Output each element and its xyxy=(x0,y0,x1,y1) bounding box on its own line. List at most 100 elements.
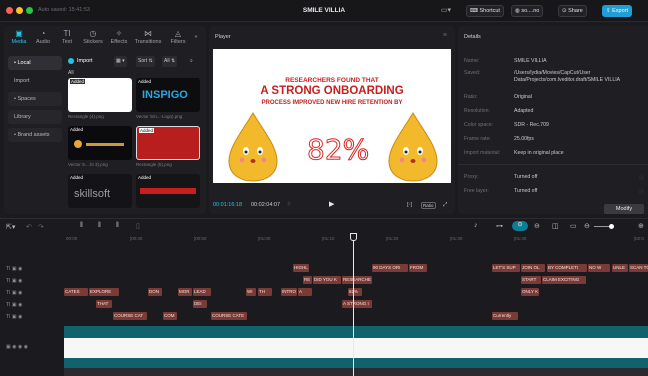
modify-button[interactable]: Modify xyxy=(604,204,644,214)
tab-filters-label: Filters xyxy=(170,39,186,45)
tab-media[interactable]: ▣ Media xyxy=(6,28,32,45)
filter-all-button[interactable]: All ⇅ xyxy=(162,56,178,67)
tab-stickers[interactable]: ◷ Stickers xyxy=(80,28,106,45)
preview-axis-icon[interactable]: ◫ xyxy=(552,222,559,230)
media-thumb-rectangle-4[interactable]: Added xyxy=(68,78,132,112)
split-icon[interactable]: ǁ xyxy=(80,222,83,229)
text-clip[interactable]: BY COMPLETI xyxy=(547,264,587,272)
ruler-tick: |00:40 xyxy=(130,236,143,241)
caption-icon[interactable]: ▭ xyxy=(570,222,577,230)
timeline-grid-icon[interactable]: ⠿ xyxy=(287,202,291,208)
text-clip[interactable]: CATES xyxy=(64,288,88,296)
text-clip[interactable]: UNLE xyxy=(612,264,628,272)
media-thumb-inspigo-logo[interactable]: Added INSPIGO xyxy=(136,78,200,112)
text-clip[interactable]: INTRO xyxy=(281,288,297,296)
menu-icon[interactable]: ≡ xyxy=(443,32,447,39)
tab-text[interactable]: TI Text xyxy=(54,28,80,45)
sort-button[interactable]: Sort ⇅ xyxy=(136,56,155,67)
text-clip[interactable]: 90 DAYS ORI xyxy=(372,264,408,272)
video-clip-teal-top[interactable] xyxy=(64,326,648,338)
tab-audio[interactable]: ◔ Audio xyxy=(30,28,56,45)
video-clip-teal-bottom[interactable] xyxy=(64,358,648,368)
text-clip[interactable]: DON xyxy=(148,288,162,296)
link-icon[interactable]: ⊶ xyxy=(496,222,503,230)
sidebar-item-library[interactable]: Library xyxy=(8,110,62,124)
microphone-icon[interactable]: ♪ xyxy=(474,222,478,229)
text-clip[interactable]: MOR xyxy=(178,288,192,296)
text-clip[interactable]: WI xyxy=(246,288,256,296)
play-icon[interactable]: ▶ xyxy=(329,200,334,208)
select-tool-icon[interactable]: ⇱▾ xyxy=(6,223,15,231)
tab-filters[interactable]: ◬ Filters xyxy=(165,28,191,45)
search-icon[interactable]: ⌕ xyxy=(188,56,195,67)
text-clip[interactable]: COM xyxy=(163,312,177,320)
text-clip[interactable]: ONLY K xyxy=(521,288,539,296)
import-button[interactable]: Import xyxy=(66,56,97,67)
view-mode-button[interactable]: ▦ ▾ xyxy=(114,56,127,67)
preview-canvas[interactable]: RESEARCHERS FOUND THAT A STRONG ONBOARDI… xyxy=(213,49,451,183)
split-right-icon[interactable]: ǁ xyxy=(116,222,119,229)
tab-transitions[interactable]: ⋈ Transitions xyxy=(132,28,164,45)
split-left-icon[interactable]: ǁ xyxy=(98,222,101,229)
text-clip[interactable]: START xyxy=(521,276,541,284)
text-clip[interactable]: DID YOU K xyxy=(313,276,341,284)
import-icon xyxy=(68,57,74,64)
share-button[interactable]: ⊙ Share xyxy=(558,5,587,17)
text-clip[interactable]: LET'S SUP xyxy=(492,264,520,272)
media-thumb-vector[interactable]: Added xyxy=(68,126,132,160)
tab-text-label: Text xyxy=(61,39,73,45)
magnet-toggle[interactable]: ⊙ xyxy=(512,221,528,231)
expand-icon[interactable]: ⤢ xyxy=(443,202,447,209)
text-clip[interactable]: LEAD xyxy=(193,288,211,296)
layout-icon[interactable]: ▭▾ xyxy=(436,5,456,17)
thumb-caption: Vector S....ht 3).png xyxy=(68,162,108,167)
account-button[interactable]: ◍ so....no xyxy=(511,5,544,17)
text-clip[interactable]: 82% xyxy=(348,288,362,296)
text-clip[interactable]: FROM xyxy=(409,264,427,272)
text-clip[interactable]: RESEARCHE xyxy=(342,276,372,284)
text-clip[interactable]: A xyxy=(298,288,312,296)
media-thumb-rectangle-5[interactable]: Added xyxy=(136,126,200,160)
playhead[interactable] xyxy=(353,233,354,376)
export-button[interactable]: ⇪ Export xyxy=(602,5,633,17)
fullscreen-frame-icon[interactable]: [◦] xyxy=(407,202,412,208)
text-clip[interactable]: RE xyxy=(303,276,312,284)
text-clip[interactable]: COURSE CAT xyxy=(113,312,147,320)
text-clip[interactable]: Currently xyxy=(492,312,518,320)
media-thumb-skillsoft[interactable]: Added skillsoft xyxy=(68,174,132,208)
ratio-button[interactable]: Ratio xyxy=(421,202,436,209)
text-clip[interactable]: THAT xyxy=(96,300,112,308)
inspigo-logo: INSPIGO xyxy=(142,89,188,101)
playhead-handle[interactable] xyxy=(350,233,357,241)
text-clip[interactable]: SCAN TO xyxy=(629,264,648,272)
sidebar-item-spaces[interactable]: • Spaces xyxy=(8,92,62,106)
text-clip[interactable]: HIGHL xyxy=(293,264,309,272)
text-track-header: TI ▣ ◉ xyxy=(6,290,23,296)
linkage-icon[interactable]: ⊖ xyxy=(534,222,540,230)
delete-icon[interactable]: ▯ xyxy=(136,222,140,230)
text-clip[interactable]: CLAIM EXCITING xyxy=(542,276,586,284)
redo-icon[interactable]: ↷ xyxy=(38,223,44,231)
audio-track[interactable] xyxy=(64,368,648,376)
text-clip[interactable]: EXPLORE xyxy=(89,288,119,296)
zoom-out-icon[interactable]: ⊖ xyxy=(584,222,590,230)
sidebar-item-local[interactable]: • Local xyxy=(8,56,62,70)
shortcut-button[interactable]: ⌨ Shortcut xyxy=(466,5,504,17)
text-clip[interactable]: NO W xyxy=(588,264,610,272)
tab-effects[interactable]: ✧ Effects xyxy=(106,28,132,45)
zoom-slider-handle[interactable] xyxy=(609,224,614,229)
info-icon[interactable]: ⓘ xyxy=(639,174,644,181)
text-clip[interactable]: JOIN OL xyxy=(521,264,545,272)
text-clip[interactable]: COURSE CATE xyxy=(211,312,247,320)
undo-icon[interactable]: ↶ xyxy=(26,223,32,231)
zoom-in-icon[interactable]: ⊕ xyxy=(638,222,644,230)
sidebar-item-import[interactable]: Import xyxy=(8,74,62,88)
text-clip[interactable]: A STRONG I xyxy=(342,300,372,308)
sidebar-item-brand-assets[interactable]: • Brand assets xyxy=(8,128,62,142)
more-tabs-icon[interactable]: » xyxy=(190,34,202,40)
media-thumb-red-bar[interactable]: Added xyxy=(136,174,200,208)
info-icon[interactable]: ⓘ xyxy=(639,188,644,195)
text-clip[interactable]: TH xyxy=(258,288,272,296)
video-clip-white[interactable] xyxy=(64,338,648,358)
text-clip[interactable]: DEI xyxy=(193,300,207,308)
